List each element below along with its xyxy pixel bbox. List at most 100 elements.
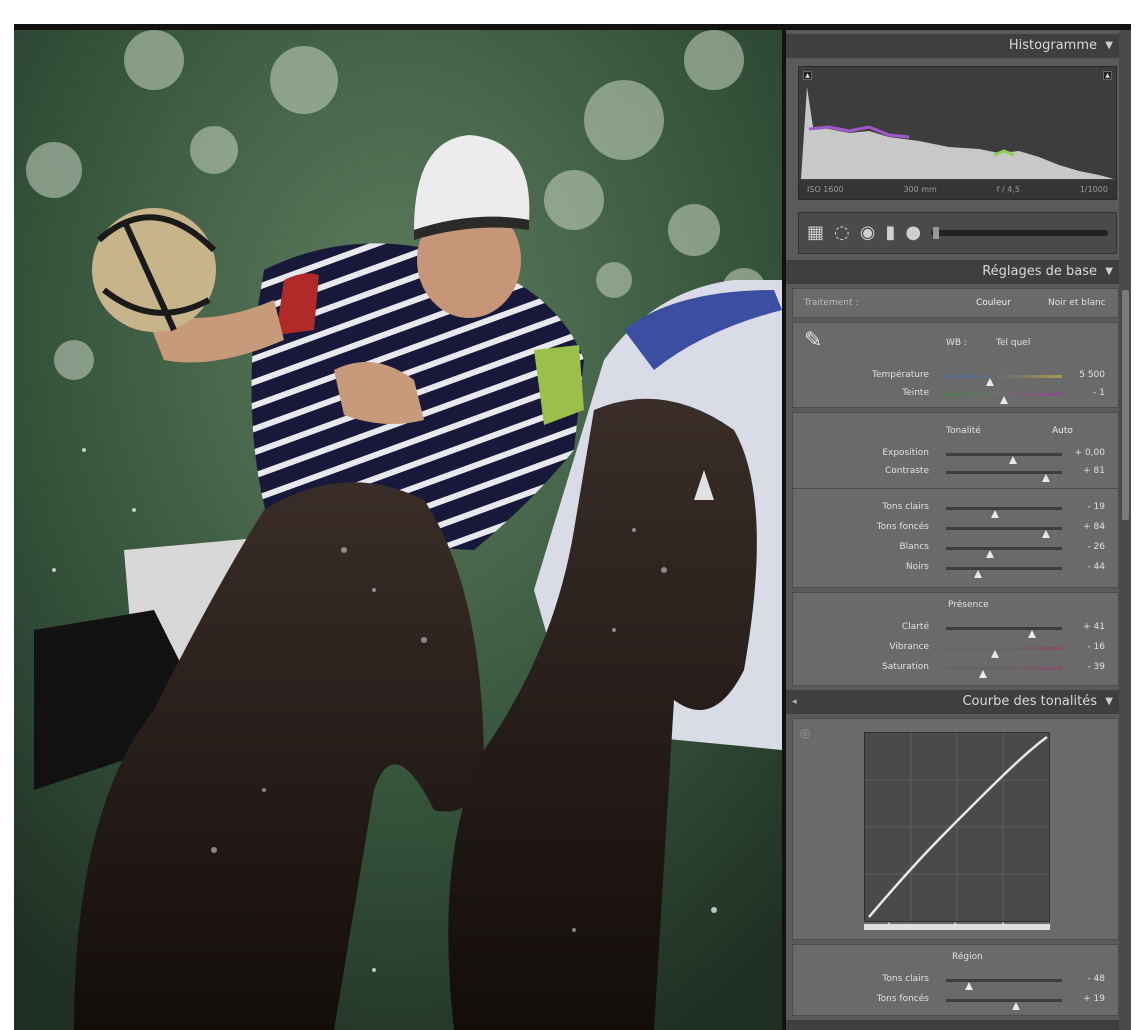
slider-track[interactable] [946,647,1062,658]
split-point-handle[interactable]: ▲ [952,920,958,929]
basic-header[interactable]: Réglages de base ▼ [786,260,1119,284]
eyedropper-icon[interactable]: ✎ [804,328,822,353]
crop-icon[interactable]: ▦ [807,224,824,242]
region-label: Région [952,952,983,962]
histogram-title: Histogramme [1008,38,1097,53]
slider-tint[interactable]: Teinte - 1 [786,386,1119,404]
photo-image [14,30,782,1030]
slider-value[interactable]: + 19 [1083,994,1105,1004]
treatment-color-button[interactable]: Couleur [976,298,1011,308]
slider-value[interactable]: - 16 [1087,642,1105,652]
slider-track[interactable] [946,999,1062,1010]
histogram-graph: ▲ ▲ ISO 1600 300 mm f / 4,5 1/1000 [798,66,1117,200]
collapse-icon[interactable]: ▼ [1105,690,1113,714]
slider-track[interactable] [946,979,1062,990]
slider-label: Tons foncés [876,994,929,1004]
adjustment-brush-icon[interactable]: ● [905,224,921,242]
collapse-icon[interactable]: ▼ [1105,34,1113,58]
slider-track[interactable] [946,567,1062,578]
slider-blacks[interactable]: Noirs - 44 [786,560,1119,578]
slider-track[interactable] [946,507,1062,518]
slider-value[interactable]: + 81 [1083,466,1105,476]
slider-exposure[interactable]: Exposition + 0,00 [786,446,1119,464]
red-eye-icon[interactable]: ◉ [860,224,876,242]
slider-value[interactable]: + 84 [1083,522,1105,532]
tone-curve-plot [865,733,1049,921]
slider-track[interactable] [946,393,1062,404]
graduated-filter-icon[interactable]: ▮ [885,224,895,242]
treatment-label: Traitement : [804,298,859,308]
slider-label: Exposition [882,448,929,458]
histogram-header[interactable]: Histogramme ▼ [786,34,1119,58]
slider-temperature[interactable]: Température 5 500 [786,368,1119,386]
slider-label: Vibrance [889,642,929,652]
collapse-icon[interactable]: ▼ [1105,260,1113,284]
photo-preview[interactable] [14,30,782,1030]
slider-vibrance[interactable]: Vibrance - 16 [786,640,1119,658]
slider-value[interactable]: - 1 [1093,388,1105,398]
slider-thumb[interactable] [1041,474,1050,482]
slider-track[interactable] [946,471,1062,482]
tone-label: Tonalité [946,426,981,436]
slider-track[interactable] [946,453,1062,464]
tool-amount-slider[interactable] [931,227,1108,239]
slider-value[interactable]: - 26 [1087,542,1105,552]
tone-curve-title: Courbe des tonalités [962,694,1097,709]
slider-clarity[interactable]: Clarté + 41 [786,620,1119,638]
slider-value[interactable]: - 44 [1087,562,1105,572]
slider-curve-highlights[interactable]: Tons clairs - 48 [786,972,1119,990]
tone-curve-graph[interactable] [864,732,1050,922]
slider-highlights[interactable]: Tons clairs - 19 [786,500,1119,518]
slider-value[interactable]: - 48 [1087,974,1105,984]
slider-thumb[interactable] [990,650,999,658]
slider-label: Noirs [905,562,929,572]
slider-thumb[interactable] [1011,1002,1020,1010]
slider-value[interactable]: 5 500 [1079,370,1105,380]
highlight-clipping-icon[interactable]: ▲ [1103,71,1112,80]
exif-focal: 300 mm [903,185,937,194]
slider-thumb[interactable] [965,982,974,990]
develop-panel: Histogramme ▼ ▲ ▲ ISO 1600 300 mm f / 4,… [786,30,1131,1030]
slider-track[interactable] [946,547,1062,558]
slider-label: Teinte [902,388,929,398]
shadow-clipping-icon[interactable]: ▲ [803,71,812,80]
split-point-handle[interactable]: ▲ [1000,920,1006,929]
slider-value[interactable]: - 19 [1087,502,1105,512]
slider-track[interactable] [946,667,1062,678]
divider [792,488,1119,489]
exif-shutter: 1/1000 [1079,185,1108,194]
slider-thumb[interactable] [974,570,983,578]
split-point-handle[interactable]: ▲ [886,920,892,929]
target-adjust-tool-icon[interactable]: ◎ [800,726,810,740]
tone-curve-header[interactable]: ◂ Courbe des tonalités ▼ [786,690,1119,714]
scrollbar-thumb[interactable] [1122,290,1129,520]
presence-label: Présence [948,600,989,610]
slider-value[interactable]: - 39 [1087,662,1105,672]
target-adjust-icon[interactable]: ◂ [792,690,797,714]
treatment-bw-button[interactable]: Noir et blanc [1048,298,1106,308]
wb-preset-select[interactable]: Tel quel [996,338,1030,348]
slider-label: Tons foncés [876,522,929,532]
slider-thumb[interactable] [986,550,995,558]
slider-track[interactable] [946,627,1062,638]
slider-track[interactable] [946,375,1062,386]
exif-aperture: f / 4,5 [996,185,1020,194]
slider-thumb[interactable] [986,378,995,386]
spot-removal-icon[interactable]: ◌ [834,224,850,242]
slider-thumb[interactable] [1009,456,1018,464]
slider-thumb[interactable] [979,670,988,678]
slider-value[interactable]: + 0,00 [1075,448,1105,458]
slider-thumb[interactable] [1041,530,1050,538]
slider-track[interactable] [946,527,1062,538]
slider-shadows[interactable]: Tons foncés + 84 [786,520,1119,538]
slider-whites[interactable]: Blancs - 26 [786,540,1119,558]
panel-scrollbar[interactable] [1119,30,1131,1030]
slider-thumb[interactable] [990,510,999,518]
auto-tone-button[interactable]: Auto [1052,426,1073,436]
slider-contrast[interactable]: Contraste + 81 [786,464,1119,482]
slider-saturation[interactable]: Saturation - 39 [786,660,1119,678]
slider-value[interactable]: + 41 [1083,622,1105,632]
slider-curve-shadows[interactable]: Tons foncés + 19 [786,992,1119,1010]
slider-thumb[interactable] [1000,396,1008,404]
slider-thumb[interactable] [1027,630,1036,638]
